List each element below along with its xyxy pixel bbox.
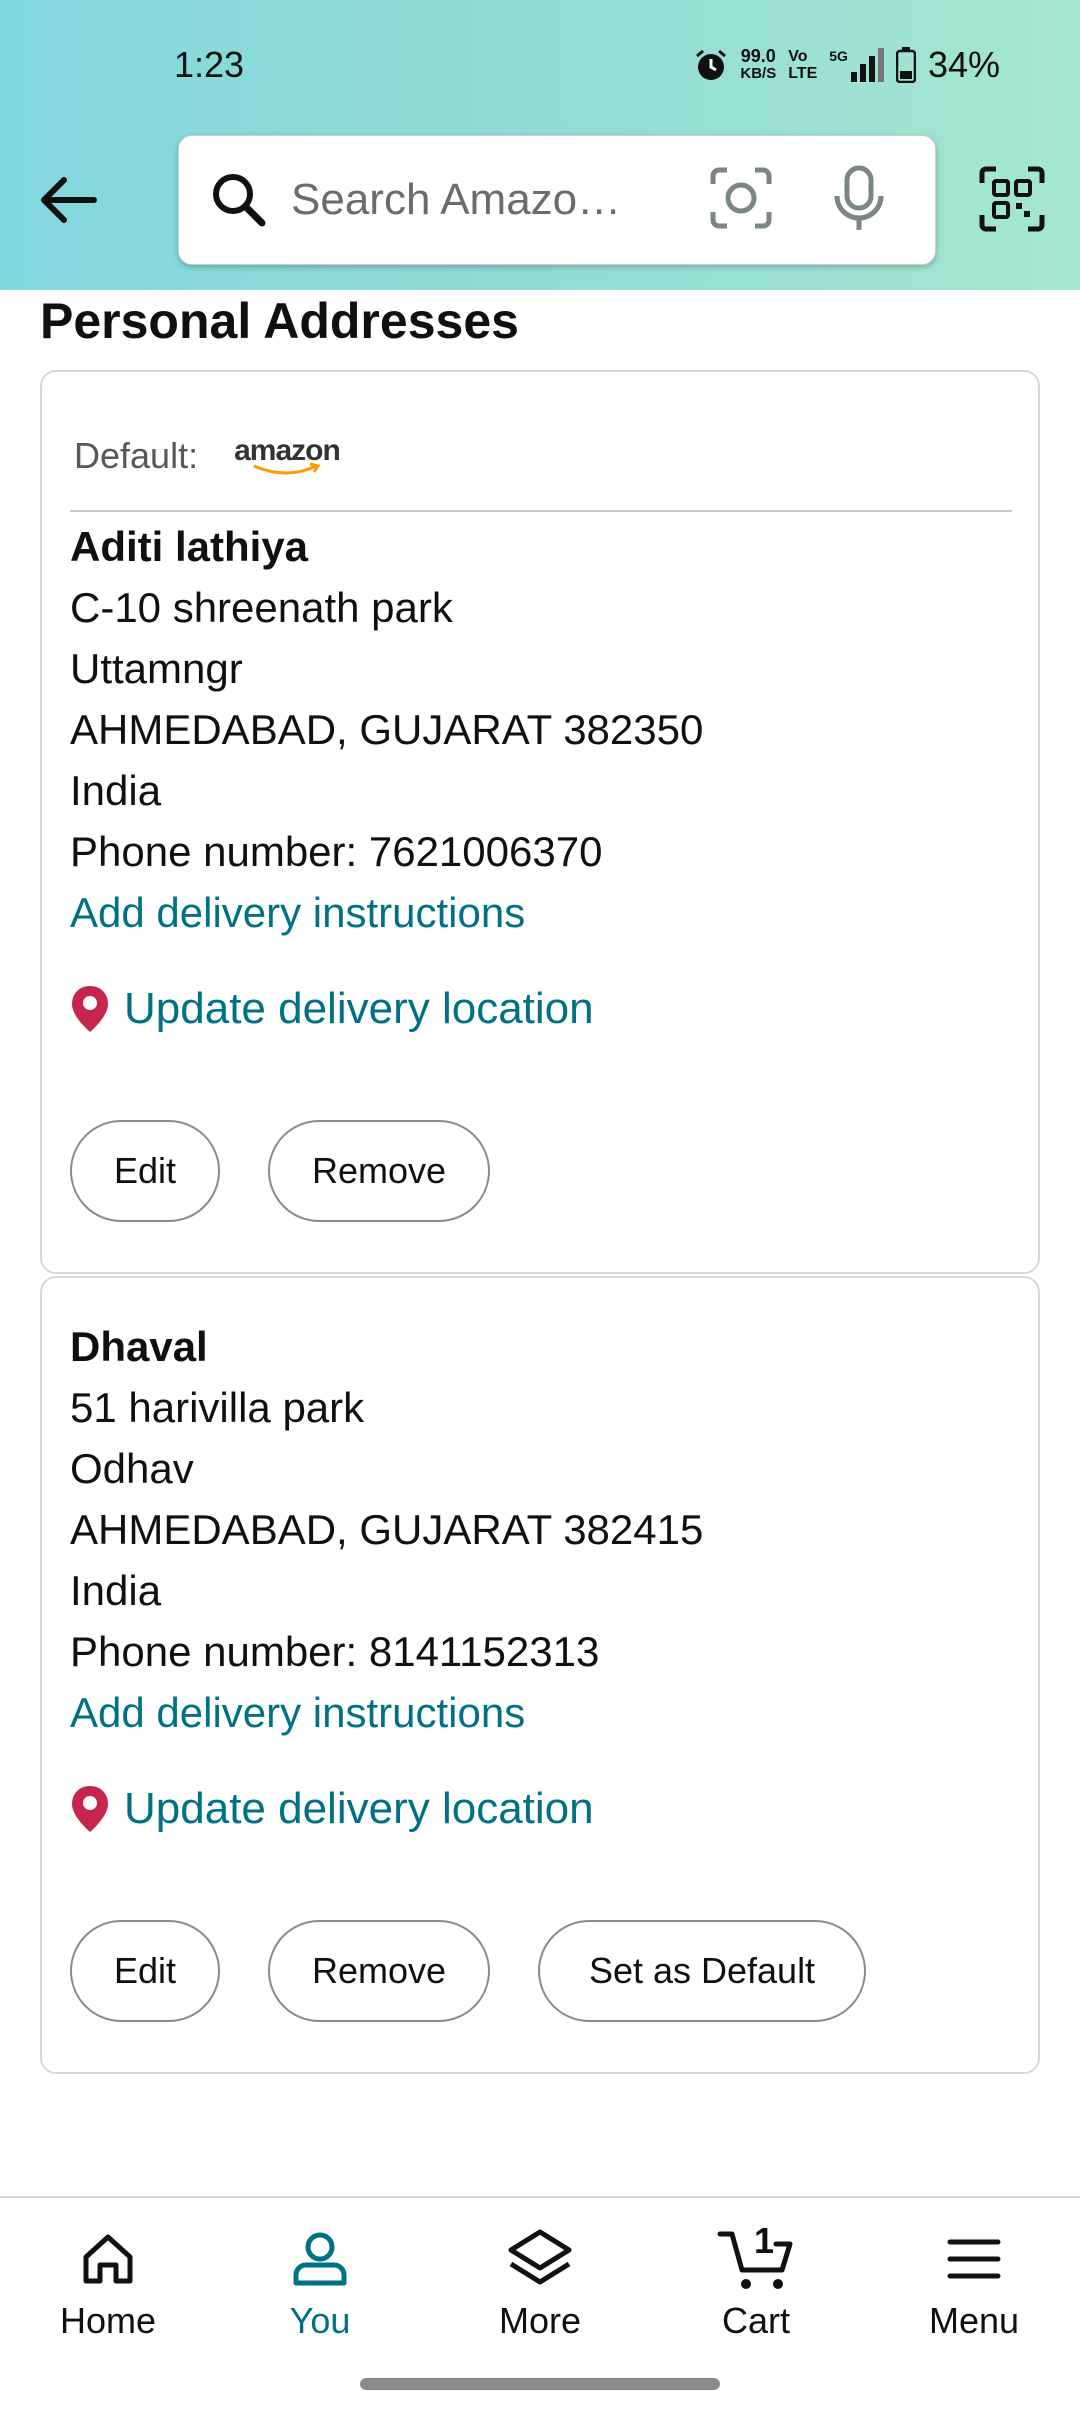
- gesture-home-indicator[interactable]: [360, 2378, 720, 2390]
- volte-indicator: Vo LTE: [788, 48, 818, 82]
- home-icon: [83, 2234, 133, 2284]
- nav-you[interactable]: You: [212, 2198, 428, 2368]
- update-delivery-location-link[interactable]: Update delivery location: [70, 984, 594, 1034]
- battery-percent: 34%: [927, 44, 1000, 85]
- default-indicator: Default: amazon: [74, 434, 354, 478]
- battery-icon: [895, 47, 916, 83]
- address-name: Aditi lathiya: [70, 523, 309, 570]
- status-bar: 1:23 99.0 KB/S Vo LTE 5G 34%: [0, 0, 1080, 135]
- address-phone: Phone number: 7621006370: [70, 828, 603, 875]
- address-phone: Phone number: 8141152313: [70, 1628, 600, 1675]
- camera-lens-icon[interactable]: [709, 166, 773, 230]
- net-speed: 99.0 KB/S: [740, 46, 777, 82]
- divider: [70, 510, 1012, 512]
- address-city-state-zip: AHMEDABAD, GUJARAT 382415: [70, 1506, 704, 1553]
- add-delivery-instructions-link[interactable]: Add delivery instructions: [70, 882, 703, 943]
- nav-more[interactable]: More: [432, 2198, 648, 2368]
- nav-cart[interactable]: 1 Cart: [648, 2198, 864, 2368]
- update-delivery-location-link[interactable]: Update delivery location: [70, 1784, 594, 1834]
- amazon-smile-icon: [253, 462, 321, 475]
- back-button[interactable]: [28, 160, 108, 240]
- search-icon: [213, 174, 266, 227]
- address-country: India: [70, 1567, 162, 1614]
- search-input[interactable]: [289, 166, 653, 234]
- alarm-icon: [696, 49, 727, 80]
- edit-button[interactable]: Edit: [70, 1920, 220, 2022]
- remove-button[interactable]: Remove: [268, 1920, 490, 2022]
- nav-menu[interactable]: Menu: [866, 2198, 1080, 2368]
- address-block: Aditi lathiya C-10 shreenath park Uttamn…: [70, 516, 703, 943]
- edit-button[interactable]: Edit: [70, 1120, 220, 1222]
- signal-icon: 5G: [829, 48, 884, 82]
- address-line2: Uttamngr: [70, 645, 243, 692]
- address-line1: 51 harivilla park: [70, 1384, 365, 1431]
- add-delivery-instructions-link[interactable]: Add delivery instructions: [70, 1682, 703, 1743]
- address-block: Dhaval 51 harivilla park Odhav AHMEDABAD…: [70, 1316, 703, 1743]
- location-pin-icon: [72, 986, 108, 1032]
- amazon-logo: amazon: [234, 434, 354, 478]
- arrow-left-icon: [41, 177, 97, 223]
- page-title: Personal Addresses: [40, 293, 519, 349]
- default-label: Default:: [74, 435, 199, 476]
- person-icon: [293, 2232, 347, 2286]
- nav-home[interactable]: Home: [0, 2198, 216, 2368]
- address-line2: Odhav: [70, 1445, 194, 1492]
- bottom-nav: Home You More 1 Cart Menu: [0, 2196, 1080, 2368]
- address-name: Dhaval: [70, 1323, 208, 1370]
- address-card: Dhaval 51 harivilla park Odhav AHMEDABAD…: [40, 1276, 1040, 2074]
- layers-icon: [508, 2229, 572, 2285]
- address-card: Default: amazon Aditi lathiya C-10 shree…: [40, 370, 1040, 1274]
- update-delivery-location-label: Update delivery location: [124, 1784, 594, 1833]
- set-as-default-button[interactable]: Set as Default: [538, 1920, 866, 2022]
- app-header: 1:23 99.0 KB/S Vo LTE 5G 34% Search Amaz…: [0, 0, 1080, 290]
- search-bar[interactable]: [178, 135, 936, 265]
- remove-button[interactable]: Remove: [268, 1120, 490, 1222]
- menu-icon: [947, 2239, 1001, 2279]
- update-delivery-location-label: Update delivery location: [124, 984, 594, 1033]
- address-line1: C-10 shreenath park: [70, 584, 453, 631]
- status-time: 1:23: [174, 44, 245, 85]
- status-icons: 99.0 KB/S Vo LTE 5G 34%: [694, 44, 1000, 86]
- location-pin-icon: [72, 1786, 108, 1832]
- microphone-icon[interactable]: [831, 164, 887, 234]
- address-country: India: [70, 767, 162, 814]
- qr-scan-icon[interactable]: [978, 165, 1046, 233]
- address-city-state-zip: AHMEDABAD, GUJARAT 382350: [70, 706, 704, 753]
- cart-count-badge: 1: [754, 2220, 775, 2261]
